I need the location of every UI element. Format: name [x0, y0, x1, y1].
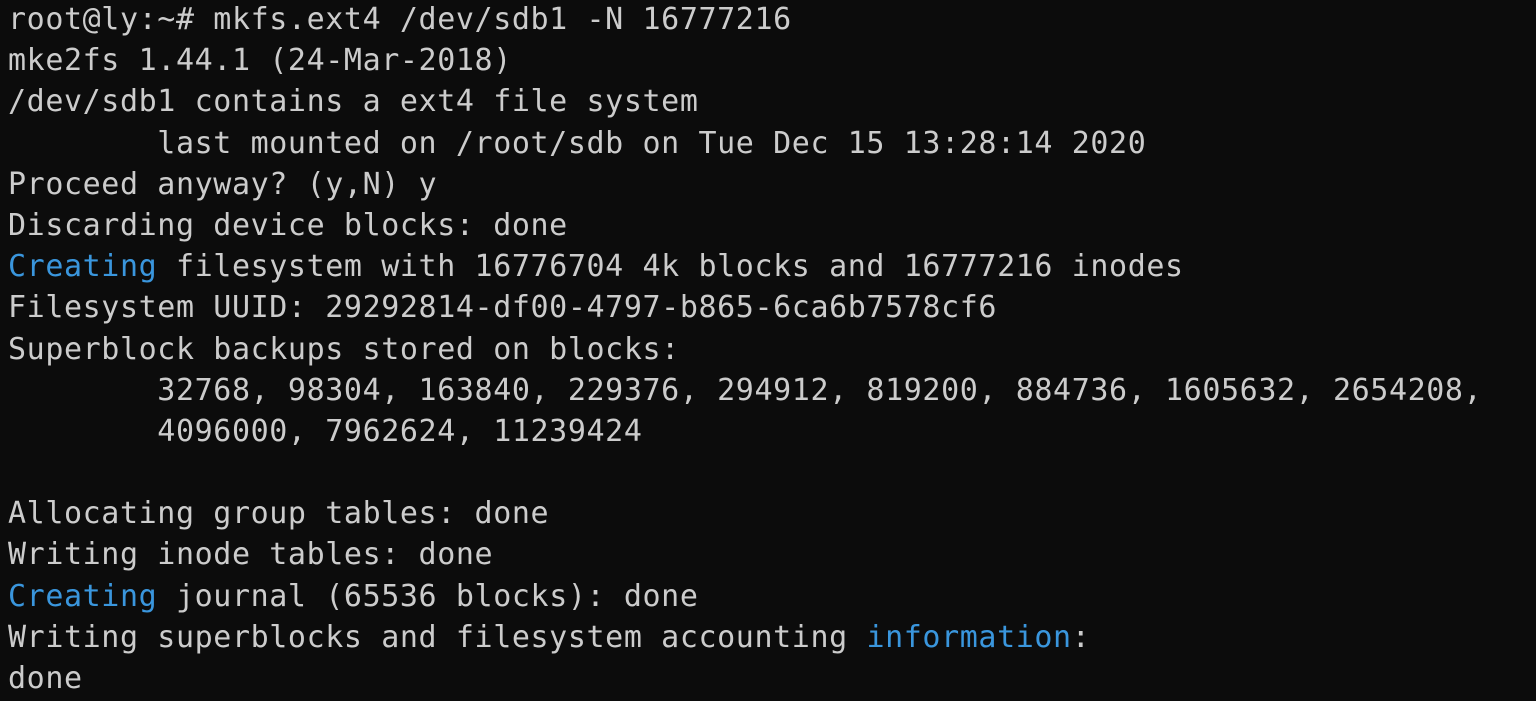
highlighted-word: information	[866, 619, 1072, 655]
terminal-line: last mounted on /root/sdb on Tue Dec 15 …	[8, 125, 1147, 161]
terminal-line: Filesystem UUID: 29292814-df00-4797-b865…	[8, 290, 998, 326]
highlighted-word: Creating	[8, 249, 158, 285]
terminal-line: 32768, 98304, 163840, 229376, 294912, 81…	[8, 372, 1483, 408]
terminal-line: Discarding device blocks: done	[8, 207, 568, 243]
terminal-line: Writing superblocks and filesystem accou…	[8, 619, 1091, 655]
terminal-line-command: root@ly:~# mkfs.ext4 /dev/sdb1 -N 167772…	[8, 2, 792, 37]
terminal-window[interactable]: root@ly:~# mkfs.ext4 /dev/sdb1 -N 167772…	[0, 0, 1536, 701]
terminal-line: mke2fs 1.44.1 (24-Mar-2018)	[8, 43, 512, 79]
terminal-line: Creating journal (65536 blocks): done	[8, 578, 699, 614]
highlighted-word: Creating	[8, 578, 158, 614]
terminal-line: Creating filesystem with 16776704 4k blo…	[8, 249, 1184, 285]
terminal-line: done	[8, 661, 83, 696]
terminal-line: 4096000, 7962624, 11239424	[8, 413, 643, 449]
terminal-line-prompt: Proceed anyway? (y,N) y	[8, 166, 438, 202]
terminal-line: Superblock backups stored on blocks:	[8, 331, 680, 367]
terminal-line: /dev/sdb1 contains a ext4 file system	[8, 84, 699, 120]
terminal-line: Allocating group tables: done	[8, 496, 550, 532]
terminal-line: Writing inode tables: done	[8, 537, 494, 573]
terminal-output: root@ly:~# mkfs.ext4 /dev/sdb1 -N 167772…	[8, 0, 1482, 699]
